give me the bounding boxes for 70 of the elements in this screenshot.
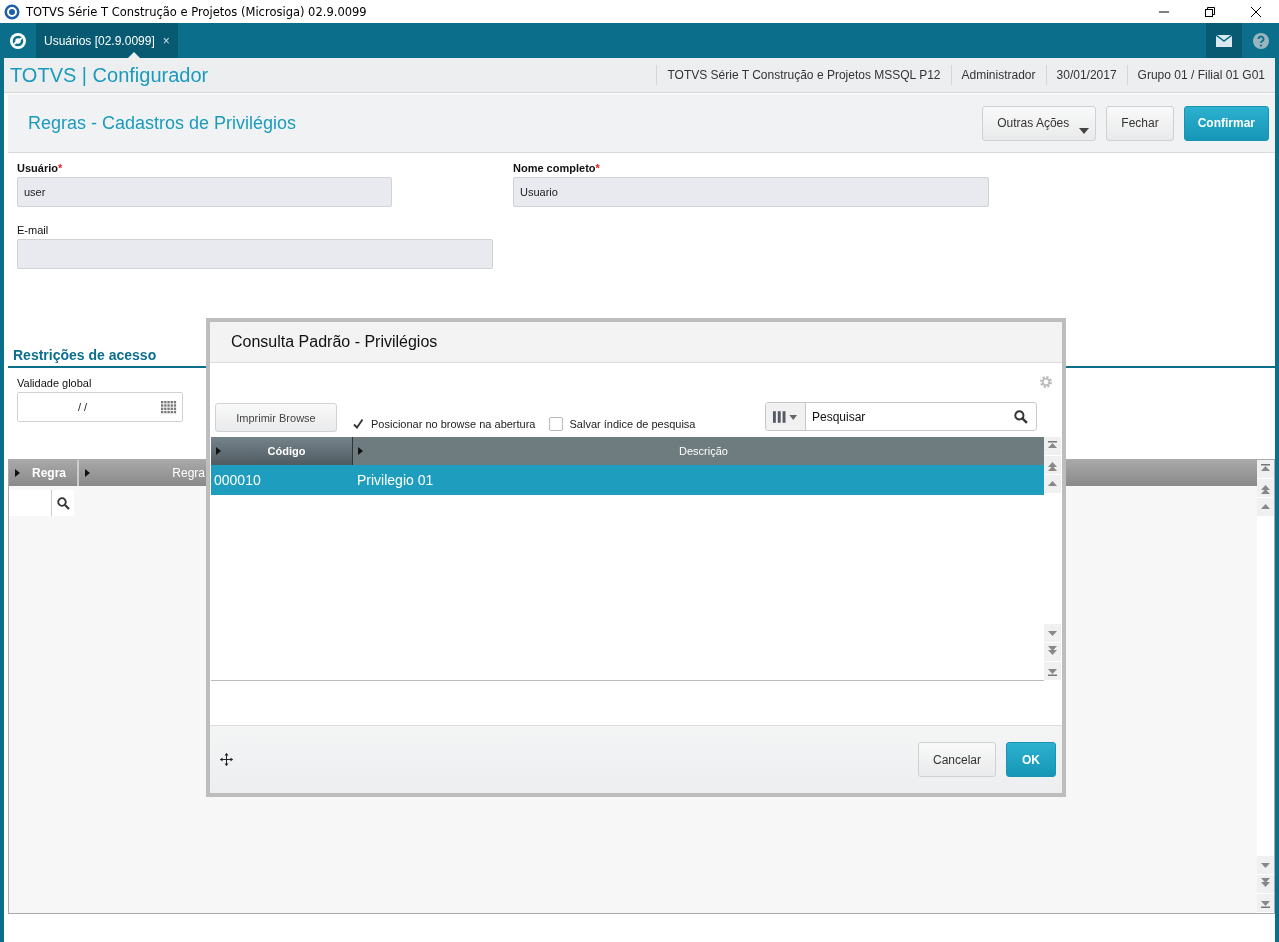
logo-icon — [9, 31, 27, 50]
column-header[interactable]: Código — [211, 437, 353, 465]
checkbox-label: Salvar índice de pesquisa — [569, 418, 696, 430]
help-icon — [1253, 32, 1269, 49]
session-info: 30/01/2017 — [1045, 65, 1127, 85]
table-cell-text: Privilegio 01 — [356, 472, 434, 488]
session-info: Grupo 01 / Filial 01 G01 — [1126, 65, 1275, 85]
settings-icon[interactable] — [1039, 375, 1053, 389]
dialog-title: Consulta Padrão - Privilégios — [231, 333, 438, 351]
field-label: Nome completo* — [513, 161, 601, 175]
page-title: Regras - Cadastros de Privilégios — [28, 112, 297, 134]
scrollbar[interactable] — [1257, 460, 1274, 913]
column-selector-button[interactable] — [766, 403, 806, 430]
page-up-button[interactable] — [1044, 456, 1061, 475]
triangle-icon — [85, 469, 90, 477]
scroll-bottom-button[interactable] — [1044, 662, 1061, 681]
arrow-up-icon — [1047, 459, 1058, 471]
filter-field[interactable] — [9, 490, 74, 516]
field-label: Validade global — [17, 376, 92, 390]
checkbox[interactable] — [549, 417, 564, 431]
close-icon — [1250, 5, 1262, 18]
arrow-down-icon — [1260, 878, 1271, 890]
app-title: TOTVS | Configurador — [10, 63, 209, 87]
table-cell-text: 000010 — [213, 472, 262, 488]
print-button[interactable]: Imprimir Browse — [215, 403, 337, 432]
scroll-up-button[interactable] — [1044, 475, 1061, 494]
triangle-icon — [15, 469, 20, 477]
scroll-up-button[interactable] — [1257, 498, 1274, 517]
app-logo-icon — [4, 3, 20, 20]
session-info: Administrador — [950, 65, 1046, 85]
scroll-down-button[interactable] — [1257, 856, 1274, 875]
field-label: E-mail — [17, 223, 50, 237]
search-icon[interactable] — [1014, 409, 1028, 424]
page-down-button[interactable] — [1044, 643, 1061, 662]
window-title: TOTVS Série T Construção e Projetos (Microsiga) 02.9.0099 — [26, 4, 367, 19]
column-header[interactable]: Descrição — [353, 437, 1044, 465]
input-field[interactable] — [17, 239, 493, 269]
move-icon[interactable] — [220, 753, 233, 766]
page-up-button[interactable] — [1257, 479, 1274, 498]
restore-icon — [1204, 5, 1216, 18]
scroll-top-button[interactable] — [1044, 437, 1061, 456]
search-icon — [57, 496, 70, 510]
field-label: Usuário* — [17, 161, 64, 175]
tab[interactable]: Usuários [02.9.0099] × — [36, 23, 178, 58]
calendar-icon — [161, 400, 177, 414]
session-info: TOTVS Série T Construção e Projetos MSSQL P12 — [656, 65, 951, 85]
tab-close-button[interactable]: × — [162, 33, 170, 48]
cancel-button[interactable]: Cancelar — [917, 742, 996, 777]
scrollbar[interactable] — [1044, 437, 1061, 681]
caret-icon — [1079, 127, 1090, 134]
checkbox-label: Posicionar no browse na abertura — [371, 418, 536, 430]
columns-icon — [772, 409, 799, 424]
page-down-button[interactable] — [1257, 875, 1274, 894]
input-field[interactable]: Usuario — [513, 177, 989, 207]
arrow-down-icon — [1047, 646, 1058, 658]
date-field[interactable]: / / — [17, 392, 183, 422]
input-field[interactable]: user — [17, 177, 392, 207]
triangle-icon — [216, 447, 221, 455]
search-bar[interactable]: Pesquisar — [765, 402, 1037, 431]
scroll-top-button[interactable] — [1257, 460, 1274, 479]
tab-label: Usuários [02.9.0099] — [44, 33, 155, 48]
mail-icon — [1216, 34, 1232, 47]
mail-button[interactable] — [1206, 23, 1242, 58]
section-title: Restrições de acesso — [13, 347, 157, 363]
menu-button[interactable]: Outras Ações — [982, 105, 1097, 141]
arrow-up-icon — [1260, 482, 1271, 494]
scroll-bottom-button[interactable] — [1257, 894, 1274, 913]
action-button[interactable]: Fechar — [1106, 105, 1174, 141]
scroll-down-button[interactable] — [1044, 624, 1061, 643]
triangle-icon — [358, 447, 363, 455]
